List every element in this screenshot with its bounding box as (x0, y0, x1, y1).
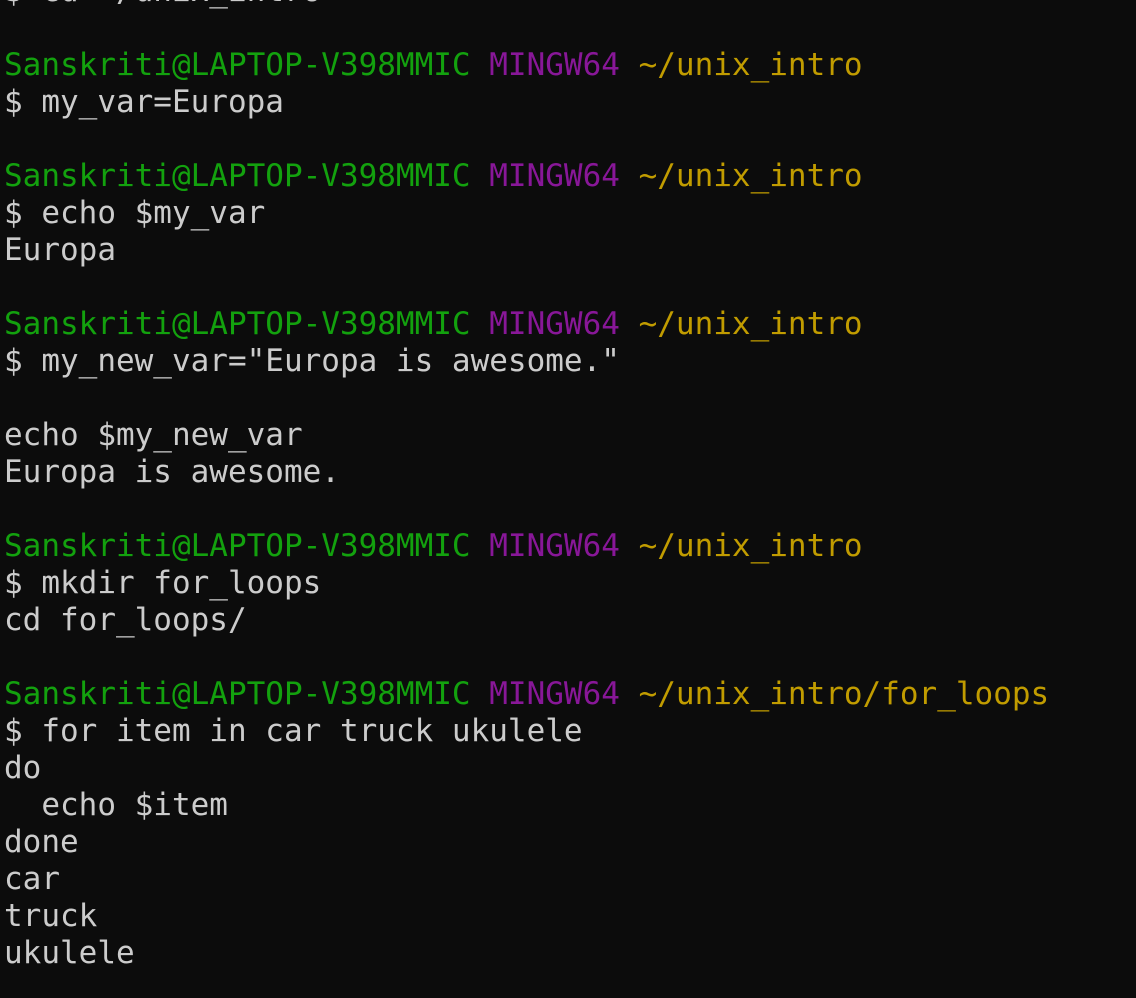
command-line: $ mkdir for_loops (4, 565, 1132, 602)
prompt-line: Sanskriti@LAPTOP-V398MMIC MINGW64 ~/unix… (4, 676, 1132, 713)
prompt-system: MINGW64 (489, 158, 620, 194)
command-line: $ my_new_var="Europa is awesome." (4, 343, 1132, 380)
prompt-path: ~/unix_intro (638, 306, 863, 342)
output-text: echo $item (4, 787, 228, 823)
prompt-path: ~/unix_intro/for_loops (638, 676, 1050, 712)
output-line: done (4, 824, 1132, 861)
output-line: cd for_loops/ (4, 602, 1132, 639)
command-line: $ for item in car truck ukulele (4, 713, 1132, 750)
command-line: $ echo $my_var (4, 195, 1132, 232)
output-line: truck (4, 898, 1132, 935)
output-line: Europa is awesome. (4, 454, 1132, 491)
command-text: $ for item in car truck ukulele (4, 713, 583, 749)
prompt-user-host: Sanskriti@LAPTOP-V398MMIC (4, 47, 471, 83)
output-text: done (4, 824, 79, 860)
prompt-system: MINGW64 (489, 47, 620, 83)
command-text: $ mkdir for_loops (4, 565, 322, 601)
command-line: $ cd ~/unix_intro (4, 0, 1132, 10)
output-line: car (4, 861, 1132, 898)
prompt-path: ~/unix_intro (638, 528, 863, 564)
command-text: $ echo $my_var (4, 195, 266, 231)
prompt-system: MINGW64 (489, 306, 620, 342)
prompt-user-host: Sanskriti@LAPTOP-V398MMIC (4, 528, 471, 564)
prompt-line: Sanskriti@LAPTOP-V398MMIC MINGW64 ~/unix… (4, 47, 1132, 84)
output-text: echo $my_new_var (4, 417, 303, 453)
output-text: ukulele (4, 935, 135, 971)
prompt-line: Sanskriti@LAPTOP-V398MMIC MINGW64 ~/unix… (4, 528, 1132, 565)
prompt-path: ~/unix_intro (638, 158, 863, 194)
output-line: echo $my_new_var (4, 417, 1132, 454)
command-text: $ my_var=Europa (4, 84, 284, 120)
output-text: do (4, 750, 42, 786)
output-line: ukulele (4, 935, 1132, 972)
prompt-user-host: Sanskriti@LAPTOP-V398MMIC (4, 306, 471, 342)
command-text: $ my_new_var="Europa is awesome." (4, 343, 620, 379)
prompt-path: ~/unix_intro (638, 47, 863, 83)
prompt-line: Sanskriti@LAPTOP-V398MMIC MINGW64 ~/unix… (4, 306, 1132, 343)
command-line: $ my_var=Europa (4, 84, 1132, 121)
output-text: car (4, 861, 60, 897)
prompt-user-host: Sanskriti@LAPTOP-V398MMIC (4, 158, 471, 194)
output-text: cd for_loops/ (4, 602, 247, 638)
prompt-line: Sanskriti@LAPTOP-V398MMIC MINGW64 ~/unix… (4, 158, 1132, 195)
output-text: truck (4, 898, 98, 934)
output-line: do (4, 750, 1132, 787)
prompt-system: MINGW64 (489, 528, 620, 564)
output-line: echo $item (4, 787, 1132, 824)
command-text: $ cd ~/unix_intro (4, 0, 321, 9)
prompt-system: MINGW64 (489, 676, 620, 712)
output-line: Europa (4, 232, 1132, 269)
output-text: Europa (4, 232, 116, 268)
terminal-output[interactable]: $ cd ~/unix_intro Sanskriti@LAPTOP-V398MM… (4, 0, 1132, 972)
prompt-user-host: Sanskriti@LAPTOP-V398MMIC (4, 676, 471, 712)
output-text: Europa is awesome. (4, 454, 340, 490)
